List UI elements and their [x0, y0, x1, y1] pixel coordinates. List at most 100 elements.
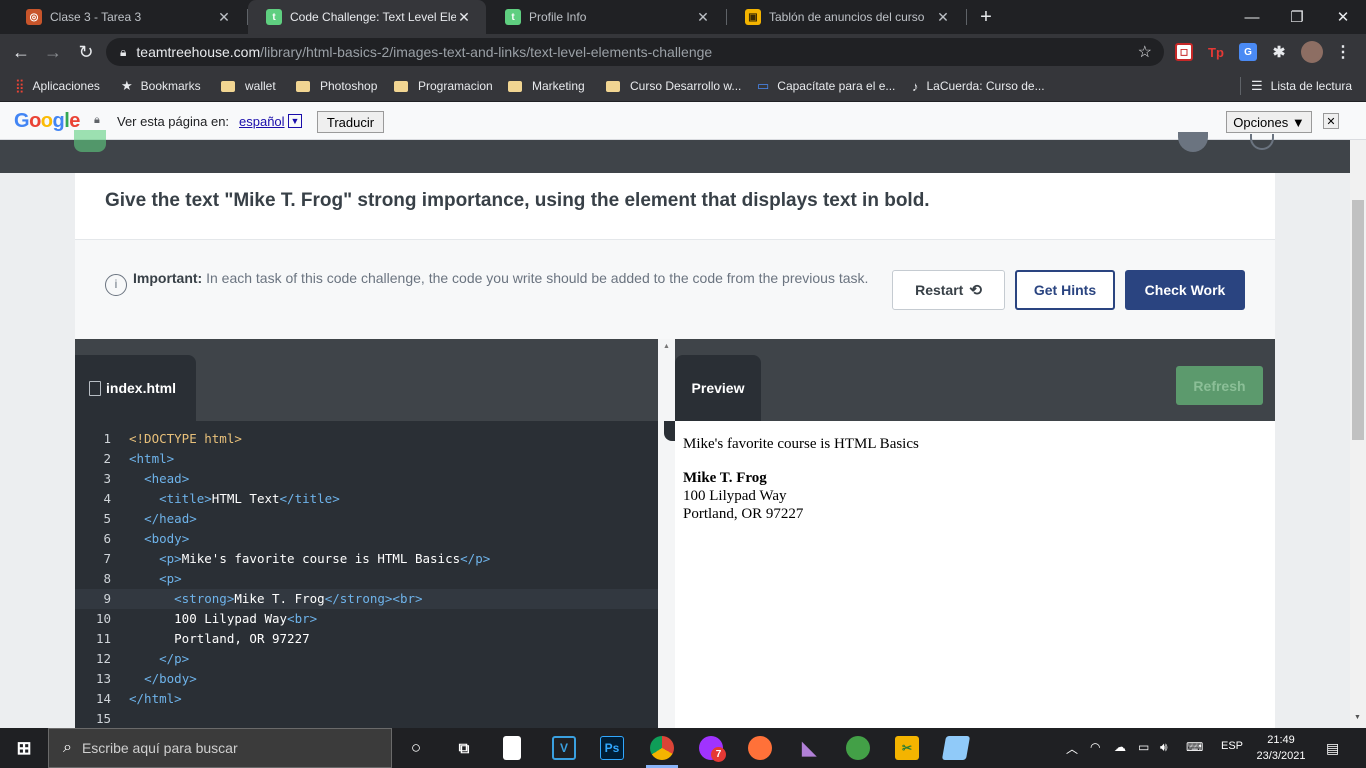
close-tab-icon[interactable]: ✕	[695, 9, 711, 26]
close-tab-icon[interactable]: ✕	[935, 9, 951, 26]
bookmark-aplicaciones[interactable]: ⣿ Aplicaciones	[15, 77, 100, 95]
file-tab[interactable]: index.html	[75, 355, 196, 421]
code-line[interactable]: 11 Portland, OR 97227	[75, 629, 658, 649]
pane-splitter[interactable]: ▲	[658, 339, 675, 728]
page-scrollbar[interactable]: ▼	[1350, 140, 1366, 728]
get-hints-button[interactable]: Get Hints	[1015, 270, 1115, 310]
profile-avatar[interactable]	[1301, 41, 1323, 63]
clock[interactable]: 21:49 23/3/2021	[1252, 732, 1310, 764]
tray-chevron-icon[interactable]: ︿	[1066, 740, 1078, 757]
dropdown-arrow-icon[interactable]: ▼	[288, 114, 302, 128]
refresh-button[interactable]: Refresh	[1176, 366, 1263, 405]
cortana-icon[interactable]: ○	[404, 736, 428, 760]
treehouse-logo-icon[interactable]	[74, 130, 106, 152]
taskbar-search[interactable]: ⌕ Escribe aquí para buscar	[48, 728, 392, 768]
code-line[interactable]: 4 <title>HTML Text</title>	[75, 489, 658, 509]
bookmark-curso-desarrollo[interactable]: Curso Desarrollo w...	[606, 77, 741, 95]
options-button[interactable]: Opciones ▼	[1226, 111, 1312, 133]
close-window-icon[interactable]: ✕	[1320, 0, 1366, 34]
input-language[interactable]: ESP	[1221, 740, 1243, 752]
code-line[interactable]: 5 </head>	[75, 509, 658, 529]
chrome-icon[interactable]	[650, 736, 674, 760]
reading-list-button[interactable]: ☰ Lista de lectura	[1240, 77, 1352, 95]
code-text: <body>	[129, 529, 189, 549]
messenger-icon[interactable]: 7	[699, 736, 726, 762]
code-line[interactable]: 2 <html>	[75, 449, 658, 469]
user-icon[interactable]	[1250, 134, 1274, 150]
code-token-tag: </body>	[144, 671, 197, 686]
wifi-icon[interactable]: ◠	[1090, 740, 1100, 754]
menu-kebab-icon[interactable]: ⋮	[1334, 43, 1352, 61]
close-tab-icon[interactable]: ✕	[216, 9, 232, 26]
google-translate-icon[interactable]: G	[1239, 43, 1257, 61]
code-token-text: 100 Lilypad Way	[174, 611, 288, 626]
extension-shield-icon[interactable]: ◻	[1175, 43, 1193, 61]
code-line[interactable]: 9 <strong>Mike T. Frog</strong><br>	[75, 589, 658, 609]
bookmark-lacuerda[interactable]: ♪ LaCuerda: Curso de...	[912, 77, 1045, 95]
windows-start-icon[interactable]: ⊞	[12, 736, 36, 760]
address-bar[interactable]: 🔒︎ teamtreehouse.com/library/html-basics…	[106, 38, 1164, 66]
code-editor[interactable]: index.html 1 <!DOCTYPE html> 2 <html> 3 <hea…	[75, 339, 658, 728]
code-line[interactable]: 6 <body>	[75, 529, 658, 549]
bookmark-capacitate[interactable]: ▭ Capacítate para el e...	[757, 77, 895, 95]
code-line[interactable]: 3 <head>	[75, 469, 658, 489]
tab-tablon[interactable]: ▣ Tablón de anuncios del curso ✕	[727, 0, 965, 34]
keyboard-icon[interactable]: ⌨	[1186, 740, 1203, 754]
check-work-button[interactable]: Check Work	[1125, 270, 1245, 310]
app-shield-icon[interactable]	[846, 736, 870, 760]
close-tab-icon[interactable]: ✕	[456, 9, 472, 26]
back-arrow-icon[interactable]: ←	[9, 40, 33, 64]
forward-arrow-icon[interactable]: →	[41, 40, 65, 64]
visual-studio-icon[interactable]: ◣	[797, 736, 821, 760]
code-line[interactable]: 10 100 Lilypad Way<br>	[75, 609, 658, 629]
code-line[interactable]: 14 </html>	[75, 689, 658, 709]
restart-button[interactable]: Restart ⟲	[892, 270, 1005, 310]
tab-profile-info[interactable]: t Profile Info ✕	[487, 0, 725, 34]
code-line[interactable]: 13 </body>	[75, 669, 658, 689]
new-tab-button[interactable]: +	[963, 0, 1009, 34]
minimize-icon[interactable]: —	[1229, 0, 1275, 34]
file-icon[interactable]	[503, 736, 521, 760]
language-select[interactable]: español	[239, 114, 285, 129]
folder-icon	[394, 80, 408, 92]
tab-code-challenge[interactable]: t Code Challenge: Text Level Eleme ✕	[248, 0, 486, 34]
bookmark-programacion[interactable]: Programacion	[394, 77, 493, 95]
reload-icon[interactable]: ↻	[74, 40, 98, 64]
volume-icon[interactable]: 🔊︎	[1160, 740, 1168, 755]
notifications-icon[interactable]: ▤	[1326, 740, 1339, 757]
code-line[interactable]: 12 </p>	[75, 649, 658, 669]
visual-studio-code-icon[interactable]: V	[552, 736, 576, 760]
photoshop-icon[interactable]: Ps	[600, 736, 624, 760]
preview-tab[interactable]: Preview	[675, 355, 761, 421]
bookmark-wallet[interactable]: wallet	[221, 77, 276, 95]
app-notebook-icon[interactable]	[941, 736, 971, 760]
restore-icon[interactable]: ❐	[1274, 0, 1320, 34]
bookmark-marketing[interactable]: Marketing	[508, 77, 585, 95]
code-line[interactable]: 15	[75, 709, 658, 729]
extensions-puzzle-icon[interactable]: ✱	[1270, 43, 1288, 61]
bookmark-photoshop[interactable]: Photoshop	[296, 77, 377, 95]
avatar[interactable]	[1178, 132, 1208, 152]
code-line[interactable]: 1 <!DOCTYPE html>	[75, 429, 658, 449]
battery-icon[interactable]: ▭	[1138, 740, 1149, 754]
site-nav	[0, 130, 1366, 173]
firefox-icon[interactable]	[748, 736, 772, 760]
bookmark-star-icon[interactable]: ☆	[1138, 42, 1152, 62]
line-number: 6	[103, 531, 111, 546]
onedrive-icon[interactable]: ☁	[1114, 740, 1126, 754]
scrollbar-thumb[interactable]	[1352, 200, 1364, 440]
scroll-down-icon[interactable]: ▼	[1354, 714, 1361, 721]
scroll-up-icon[interactable]: ▲	[663, 343, 670, 350]
bookmark-bookmarks[interactable]: ★ Bookmarks	[121, 77, 201, 95]
code-line[interactable]: 8 <p>	[75, 569, 658, 589]
line-number: 2	[103, 451, 111, 466]
translate-button[interactable]: Traducir	[317, 111, 384, 133]
app-tool-icon[interactable]: ✂	[895, 736, 919, 760]
extension-tp-icon[interactable]: Tp	[1207, 43, 1225, 61]
code-token-text: Mike T. Frog	[234, 591, 325, 606]
close-translate-icon[interactable]: ✕	[1323, 113, 1339, 129]
code-line[interactable]: 7 <p>Mike's favorite course is HTML Basi…	[75, 549, 658, 569]
tab-clase3[interactable]: ◎ Clase 3 - Tarea 3 ✕	[8, 0, 246, 34]
task-view-icon[interactable]: ⧉	[452, 736, 476, 760]
